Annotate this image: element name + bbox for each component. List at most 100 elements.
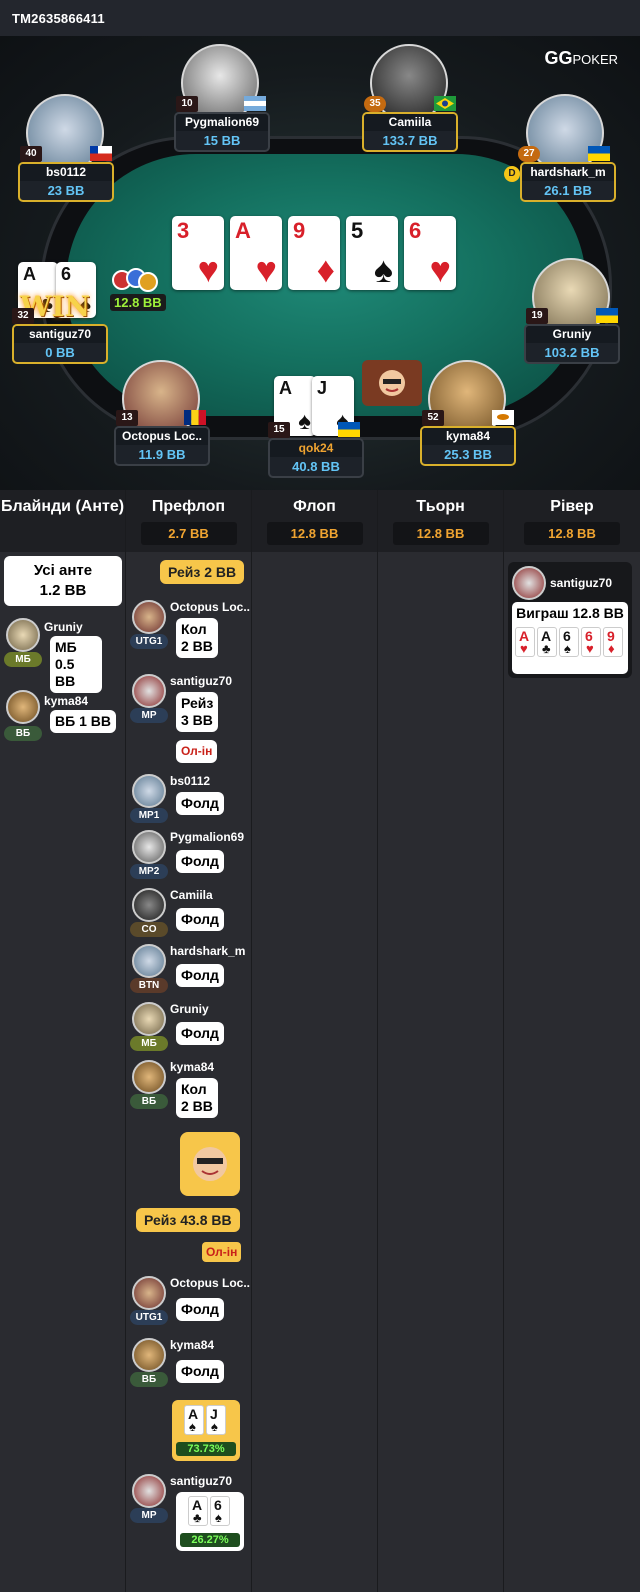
seat-qok24[interactable]: qok24 40.8 BB <box>268 438 364 478</box>
street-column-river: Рівер 12.8 BB santiguz70 Виграш 12.8 BB A… <box>504 490 640 1592</box>
seat-octopus[interactable]: Octopus Loc.. 11.9 BB <box>114 426 210 466</box>
mini-card: A ♥ <box>515 627 535 657</box>
avatar <box>6 618 40 652</box>
level-badge: 15 <box>268 422 290 438</box>
action-bubble: Фолд <box>176 1022 224 1045</box>
street-column-blinds: Блайнди (Анте) Усі анте 1.2 BB МБ Gruniy … <box>0 490 126 1592</box>
level-badge: 13 <box>116 410 138 426</box>
avatar <box>6 690 40 724</box>
position-badge: МБ <box>130 1036 168 1051</box>
emote-icon[interactable] <box>362 360 422 406</box>
avatar <box>132 944 166 978</box>
hand-history: Блайнди (Анте) Усі анте 1.2 BB МБ Gruniy … <box>0 490 640 1592</box>
street-header: Рівер 12.8 BB <box>504 490 640 552</box>
action-bubble: Кол 2 BB <box>176 1078 218 1118</box>
shown-cards-equity: A ♣ 6 ♠ 26.27% <box>176 1492 244 1551</box>
avatar <box>132 674 166 708</box>
emote-face-icon <box>193 1147 227 1181</box>
position-badge: UTG1 <box>130 1310 168 1325</box>
mini-card: 6 ♠ <box>210 1496 230 1526</box>
street-header: Тьорн 12.8 BB <box>378 490 503 552</box>
action-bubble: Рейз 3 BB <box>176 692 219 732</box>
avatar <box>132 774 166 808</box>
avatar <box>132 1060 166 1094</box>
allin-tag: Ол-ін <box>176 740 218 763</box>
player-name: Octopus Loc.. <box>170 1276 251 1290</box>
action-bubble: Фолд <box>176 1360 224 1383</box>
avatar <box>132 888 166 922</box>
equity-percent: 26.27% <box>180 1533 240 1547</box>
mini-card: J ♠ <box>206 1405 226 1435</box>
street-header: Префлоп 2.7 BB <box>126 490 251 552</box>
seat-pygmalion69[interactable]: Pygmalion69 15 BB <box>174 112 270 152</box>
mini-card: A ♣ <box>188 1496 208 1526</box>
level-badge: 35 <box>364 96 386 112</box>
player-name: Pygmalion69 <box>170 830 245 844</box>
emote-bubble <box>180 1132 240 1196</box>
player-name: santiguz70 <box>550 576 613 590</box>
level-badge: 52 <box>422 410 444 426</box>
hand-id: TM2635866411 <box>12 10 105 26</box>
player-name: santiguz70 <box>170 674 233 688</box>
position-badge: МБ <box>4 652 42 667</box>
street-column-preflop: Префлоп 2.7 BB Рейз 2 BB UTG1 Octopus Loc… <box>126 490 252 1592</box>
level-badge: 40 <box>20 146 42 162</box>
board-card-1: 3 ♥ <box>172 216 224 290</box>
street-column-flop: Флоп 12.8 BB <box>252 490 378 1592</box>
player-name: kyma84 <box>170 1060 215 1074</box>
position-badge: MP <box>130 1508 168 1523</box>
mini-card: 6 ♥ <box>581 627 601 657</box>
avatar <box>132 1002 166 1036</box>
poker-table: GGPOKER 3 ♥ A ♥ 9 ♦ 5 ♠ 6 ♥ 12.8 BB 10 Pygmal… <box>0 36 640 490</box>
seat-hardshark-m[interactable]: hardshark_m 26.1 BB <box>520 162 616 202</box>
player-name: Gruniy <box>170 1002 209 1016</box>
pot-amount: 12.8 BB <box>110 294 166 311</box>
equity-percent: 73.73% <box>176 1442 236 1456</box>
hero-action-bubble: Рейз 43.8 BB <box>136 1208 240 1232</box>
street-header: Флоп 12.8 BB <box>252 490 377 552</box>
mini-card: 6 ♠ <box>559 627 579 657</box>
street-header: Блайнди (Анте) <box>0 490 125 552</box>
player-name: Gruniy <box>44 620 83 634</box>
argentina-flag-icon <box>244 96 266 111</box>
ukraine-flag-icon <box>588 146 610 161</box>
level-badge: 19 <box>526 308 548 324</box>
action-bubble: МБ 0.5 BB <box>50 636 102 693</box>
position-badge: MP <box>130 708 168 723</box>
ukraine-flag-icon <box>596 308 618 323</box>
avatar <box>132 1474 166 1508</box>
ante-box: Усі анте 1.2 BB <box>4 556 122 606</box>
avatar <box>132 830 166 864</box>
seat-gruniy[interactable]: Gruniy 103.2 BB <box>524 324 620 364</box>
mini-card: A ♠ <box>184 1405 204 1435</box>
mini-card: A ♣ <box>537 627 557 657</box>
position-badge: ВБ <box>130 1372 168 1387</box>
seat-bs0112[interactable]: bs0112 23 BB <box>18 162 114 202</box>
position-badge: ВБ <box>130 1094 168 1109</box>
seat-kyma84[interactable]: kyma84 25.3 BB <box>420 426 516 466</box>
player-name: bs0112 <box>170 774 211 788</box>
player-name: kyma84 <box>44 694 89 708</box>
romania-flag-icon <box>184 410 206 425</box>
hero-action-bubble: Рейз 2 BB <box>160 560 245 584</box>
action-bubble: Фолд <box>176 908 224 931</box>
street-column-turn: Тьорн 12.8 BB <box>378 490 504 1592</box>
board-card-2: A ♥ <box>230 216 282 290</box>
seat-santiguz70[interactable]: santiguz70 0 BB <box>12 324 108 364</box>
player-name: kyma84 <box>170 1338 215 1352</box>
player-name: santiguz70 <box>170 1474 233 1488</box>
mini-card: 9 ♦ <box>603 627 623 657</box>
avatar <box>132 600 166 634</box>
action-bubble: Фолд <box>176 792 224 815</box>
board-card-3: 9 ♦ <box>288 216 340 290</box>
level-badge: 32 <box>12 308 34 324</box>
avatar <box>132 1276 166 1310</box>
action-bubble: Фолд <box>176 964 224 987</box>
avatar <box>132 1338 166 1372</box>
ukraine-flag-icon <box>338 422 360 437</box>
player-name: Octopus Loc.. <box>170 600 251 614</box>
chile-flag-icon <box>90 146 112 161</box>
action-bubble: ВБ 1 BB <box>50 710 116 733</box>
position-badge: MP1 <box>130 808 168 823</box>
seat-camiila[interactable]: Camiila 133.7 BB <box>362 112 458 152</box>
